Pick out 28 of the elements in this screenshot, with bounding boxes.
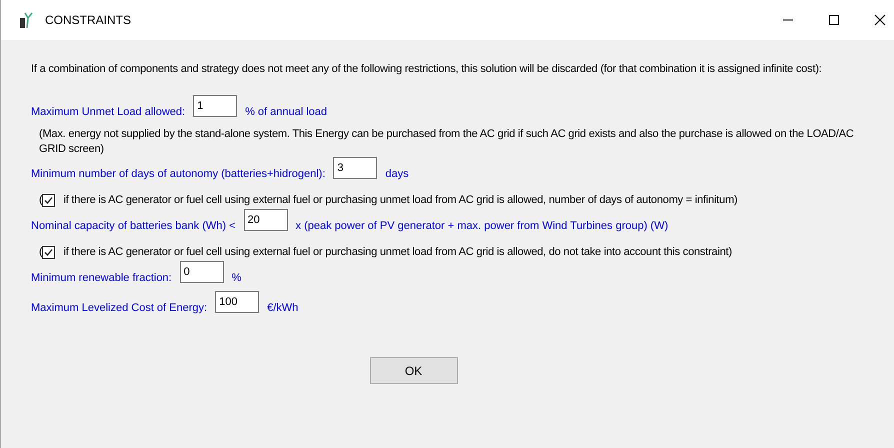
input-field[interactable]: 100 [215, 291, 260, 313]
window-title: CONSTRAINTS [45, 13, 132, 27]
unit-label: % of annual load [245, 106, 328, 118]
wind-turbine-icon [19, 12, 33, 28]
paren-text: ( [39, 194, 42, 206]
field-label: Minimum number of days of autonomy (batteries+hidrogenl): [31, 168, 326, 180]
checkbox-label: if there is AC generator or fuel cell using external fuel or purchasing unmet load from AC grid is allowed, do not take into account this constraint) [63, 246, 732, 258]
unit-label: x (peak power of PV generator + max. power from Wind Turbines group) (W) [296, 220, 668, 232]
checkbox[interactable] [42, 194, 56, 206]
paren-text: ( [39, 246, 42, 258]
input-field[interactable]: 20 [244, 209, 288, 231]
field-label: Minimum renewable fraction: [31, 272, 172, 284]
unit-label: days [385, 168, 409, 180]
input-field[interactable]: 1 [193, 95, 238, 117]
unit-label: €/kWh [267, 302, 298, 314]
ok-button[interactable]: OK [370, 357, 458, 384]
field-label: Nominal capacity of batteries bank (Wh) < [31, 220, 236, 232]
input-field[interactable]: 0 [180, 261, 224, 283]
close-icon[interactable] [874, 14, 886, 26]
checkbox[interactable] [42, 246, 56, 258]
note-text: (Max. energy not supplied by the stand-alone system. This Energy can be purchased from the AC grid if such AC grid exists and also the purchase is allowed on the LOAD/AC GRID screen) [39, 127, 855, 157]
input-field[interactable]: 3 [333, 157, 378, 179]
field-label: Maximum Unmet Load allowed: [31, 106, 186, 118]
maximize-icon[interactable] [828, 14, 840, 26]
unit-label: % [232, 272, 242, 284]
field-label: Maximum Levelized Cost of Energy: [31, 302, 208, 314]
checkbox-label: if there is AC generator or fuel cell using external fuel or purchasing unmet load from AC grid is allowed, number of days of autonomy = infinitum) [63, 194, 738, 206]
intro-text: If a combination of components and strategy does not meet any of the following restrictions, this solution will be discarded (for that combination it is assigned infinite cost): [31, 62, 823, 77]
